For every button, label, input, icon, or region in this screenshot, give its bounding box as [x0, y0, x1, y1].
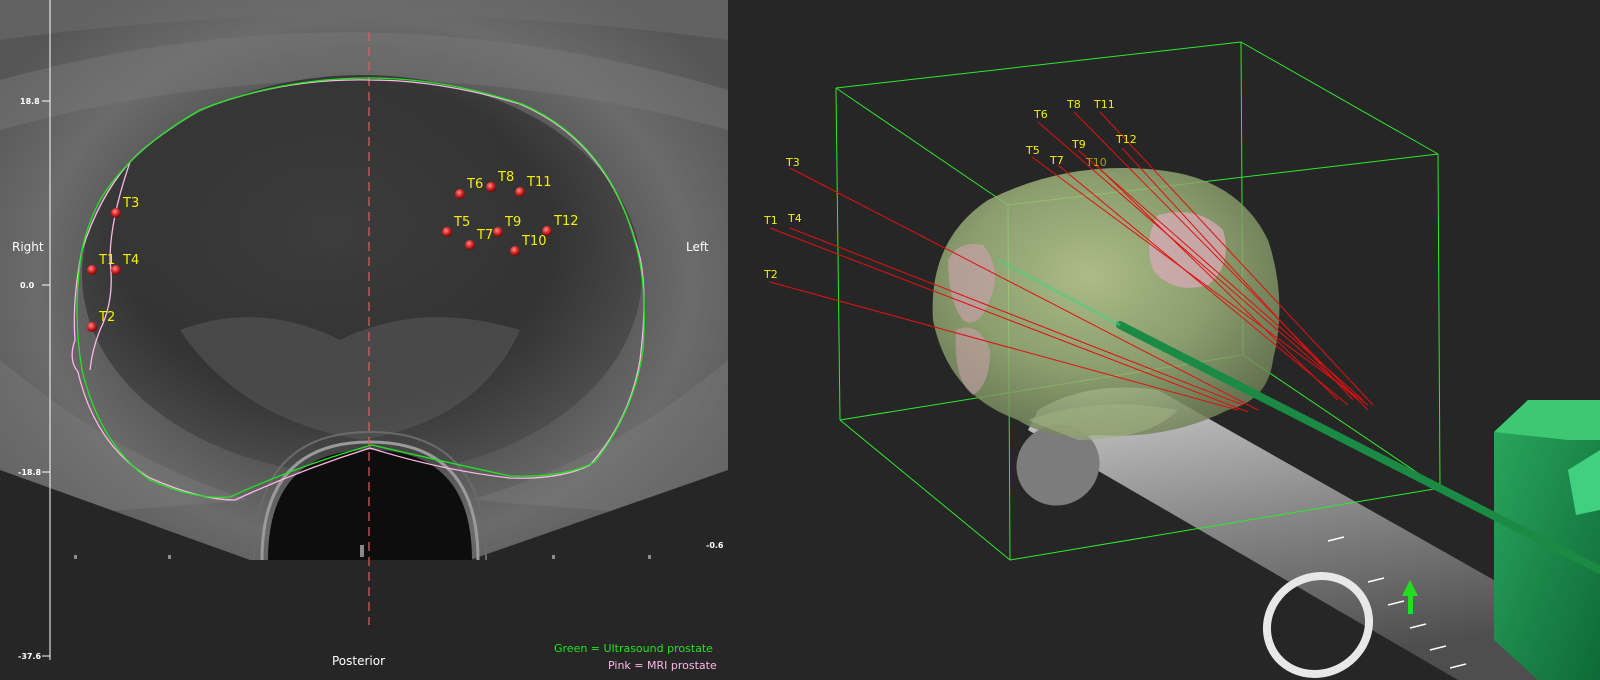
- 3d-target-T8[interactable]: T8: [1066, 98, 1081, 111]
- ultrasound-image: [0, 0, 728, 585]
- 3d-view[interactable]: T1 T2 T3 T4 T5 T6 T7 T8 T9 T10 T11 T12: [728, 0, 1600, 680]
- legend-pink: Pink = MRI prostate: [608, 659, 717, 672]
- svg-text:T1: T1: [98, 253, 115, 268]
- side-readout: -0.6: [706, 541, 724, 550]
- svg-text:T5: T5: [453, 215, 470, 230]
- ultrasound-view[interactable]: 18.8 0.0 -18.8 -37.6 T1 T2 T3 T4 T5 T6 T…: [0, 0, 728, 680]
- 3d-target-T1[interactable]: T1: [763, 214, 778, 227]
- 3d-target-T12[interactable]: T12: [1115, 133, 1137, 146]
- svg-text:T12: T12: [553, 214, 578, 229]
- svg-text:T7: T7: [476, 228, 493, 243]
- 3d-target-T7[interactable]: T7: [1049, 154, 1064, 167]
- y-tick-2: 0.0: [20, 281, 35, 290]
- 3d-target-T4[interactable]: T4: [787, 212, 802, 225]
- svg-text:T9: T9: [504, 215, 521, 230]
- 3d-target-T6[interactable]: T6: [1033, 108, 1048, 121]
- svg-text:T4: T4: [122, 253, 139, 268]
- y-tick-1: 18.8: [20, 97, 40, 106]
- orientation-left: Left: [686, 240, 709, 254]
- ultrasound-canvas[interactable]: 18.8 0.0 -18.8 -37.6 T1 T2 T3 T4 T5 T6 T…: [0, 0, 728, 680]
- svg-text:T8: T8: [497, 170, 514, 185]
- y-tick-3: -18.8: [18, 468, 41, 477]
- 3d-target-T5[interactable]: T5: [1025, 144, 1040, 157]
- svg-text:T3: T3: [122, 196, 139, 211]
- orientation-posterior: Posterior: [332, 654, 385, 668]
- 3d-target-T2[interactable]: T2: [763, 268, 778, 281]
- 3d-target-T3[interactable]: T3: [785, 156, 800, 169]
- 3d-canvas[interactable]: T1 T2 T3 T4 T5 T6 T7 T8 T9 T10 T11 T12: [728, 0, 1600, 680]
- 3d-target-T10[interactable]: T10: [1085, 156, 1107, 169]
- y-tick-4: -37.6: [18, 652, 41, 661]
- 3d-target-T11[interactable]: T11: [1093, 98, 1115, 111]
- 3d-target-T9[interactable]: T9: [1071, 138, 1086, 151]
- legend-green: Green = Ultrasound prostate: [554, 642, 713, 655]
- orientation-right: Right: [12, 240, 44, 254]
- svg-text:T6: T6: [466, 177, 483, 192]
- svg-text:T2: T2: [98, 310, 115, 325]
- svg-text:T11: T11: [526, 175, 551, 190]
- svg-text:T10: T10: [521, 234, 546, 249]
